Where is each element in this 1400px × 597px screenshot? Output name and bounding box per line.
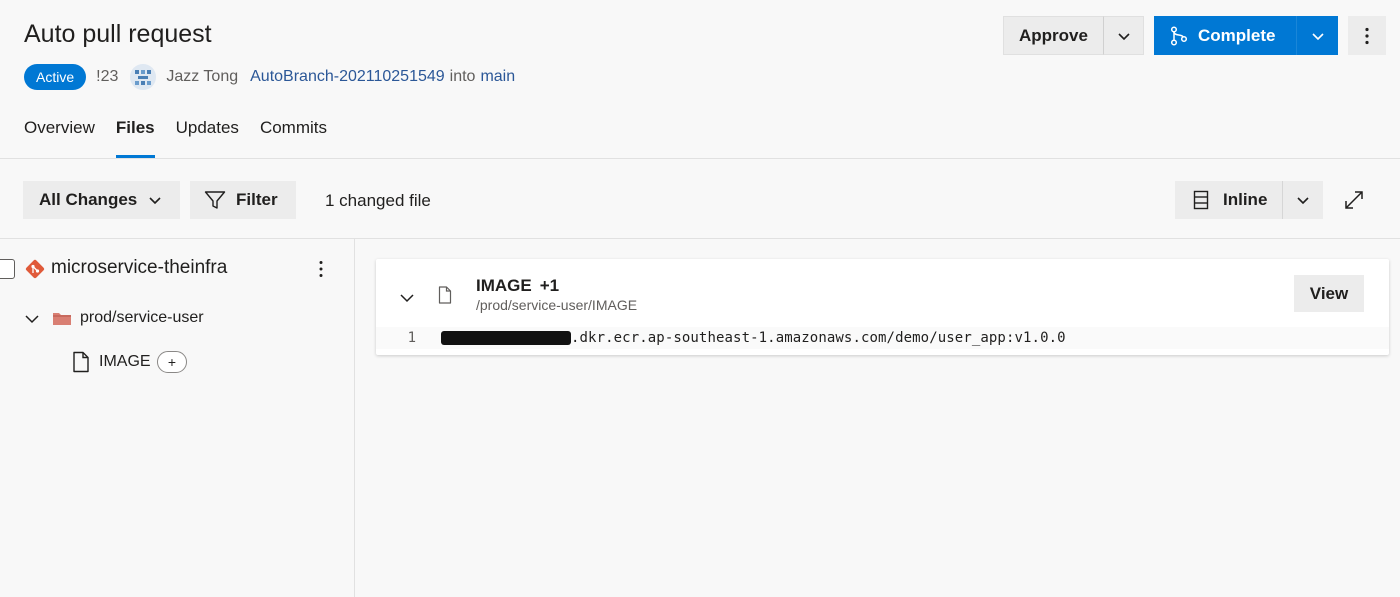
chevron-down-icon [1297, 197, 1309, 205]
chevron-down-icon [1117, 32, 1130, 40]
pr-tabs: Overview Files Updates Commits [24, 118, 348, 158]
diff-file-path: /prod/service-user/IMAGE [476, 297, 638, 313]
redacted-text [441, 331, 571, 345]
more-vertical-icon [1365, 27, 1369, 44]
tab-overview[interactable]: Overview [24, 118, 95, 158]
branch-merge-icon [1170, 25, 1188, 46]
inline-view-label: Inline [1223, 190, 1268, 209]
line-number: 1 [407, 330, 416, 346]
tree-pane-divider[interactable] [354, 239, 355, 597]
tab-updates[interactable]: Updates [176, 118, 239, 158]
expand-icon [1345, 191, 1363, 209]
toolbar-divider [0, 238, 1400, 239]
file-icon [73, 351, 89, 373]
diff-line: 1 .dkr.ecr.ap-southeast-1.amazonaws.com/… [376, 327, 1389, 349]
more-actions-button[interactable] [1348, 16, 1386, 55]
changed-files-count: 1 changed file [325, 191, 431, 210]
chevron-down-icon [1311, 32, 1324, 40]
pr-id: !23 [96, 68, 119, 85]
repo-name[interactable]: microservice-theinfra [51, 257, 227, 279]
author-name[interactable]: Jazz Tong [166, 68, 238, 86]
file-added-badge: + [157, 351, 187, 373]
status-badge: Active [24, 64, 87, 90]
repo-checkbox[interactable] [0, 259, 15, 279]
more-vertical-icon [319, 261, 323, 277]
view-mode-options-button[interactable] [1283, 181, 1323, 219]
filter-label: Filter [236, 190, 278, 209]
chevron-down-icon [149, 197, 161, 205]
complete-label: Complete [1198, 25, 1276, 45]
source-branch-link[interactable]: AutoBranch-202110251549 [250, 68, 445, 86]
into-label: into [449, 68, 476, 85]
tabs-divider [0, 158, 1400, 159]
inline-view-button[interactable]: Inline [1175, 181, 1283, 219]
git-repo-icon [25, 259, 45, 279]
folder-icon [53, 313, 71, 325]
diff-file-name: IMAGE [476, 276, 532, 295]
repo-more-button[interactable] [310, 258, 332, 280]
chevron-down-icon[interactable] [24, 311, 40, 327]
diff-line-delta: +1 [539, 276, 560, 295]
file-icon [438, 286, 452, 304]
fullscreen-button[interactable] [1340, 186, 1368, 214]
tab-commits[interactable]: Commits [260, 118, 327, 158]
complete-options-button[interactable] [1296, 16, 1338, 55]
pull-request-page: Auto pull request Active !23 Jazz Tong A… [0, 0, 1400, 597]
view-file-button[interactable]: View [1294, 275, 1364, 312]
filter-icon [204, 191, 226, 209]
pr-meta: Active !23 Jazz Tong AutoBranch-20211025… [24, 64, 515, 90]
folder-name[interactable]: prod/service-user [80, 309, 204, 327]
tab-files[interactable]: Files [115, 118, 155, 158]
all-changes-dropdown[interactable]: All Changes [23, 181, 180, 219]
line-code: .dkr.ecr.ap-southeast-1.amazonaws.com/de… [571, 330, 1066, 346]
filter-button[interactable]: Filter [190, 181, 296, 219]
inline-view-icon [1193, 190, 1209, 210]
approve-split-button: Approve [1003, 16, 1144, 55]
approve-button[interactable]: Approve [1003, 16, 1104, 55]
file-diff-card: IMAGE +1 /prod/service-user/IMAGE View 1 … [376, 259, 1389, 355]
diff-file-title: IMAGE +1 [476, 276, 559, 296]
complete-split-button: Complete [1154, 16, 1338, 55]
chevron-down-icon[interactable] [399, 290, 415, 306]
complete-button[interactable]: Complete [1154, 16, 1296, 55]
all-changes-label: All Changes [39, 190, 138, 209]
target-branch-link[interactable]: main [480, 68, 515, 86]
approve-options-button[interactable] [1104, 16, 1144, 55]
avatar [130, 64, 157, 90]
view-mode-split-button: Inline [1175, 181, 1323, 219]
page-title: Auto pull request [24, 20, 212, 48]
file-name[interactable]: IMAGE [99, 353, 151, 371]
